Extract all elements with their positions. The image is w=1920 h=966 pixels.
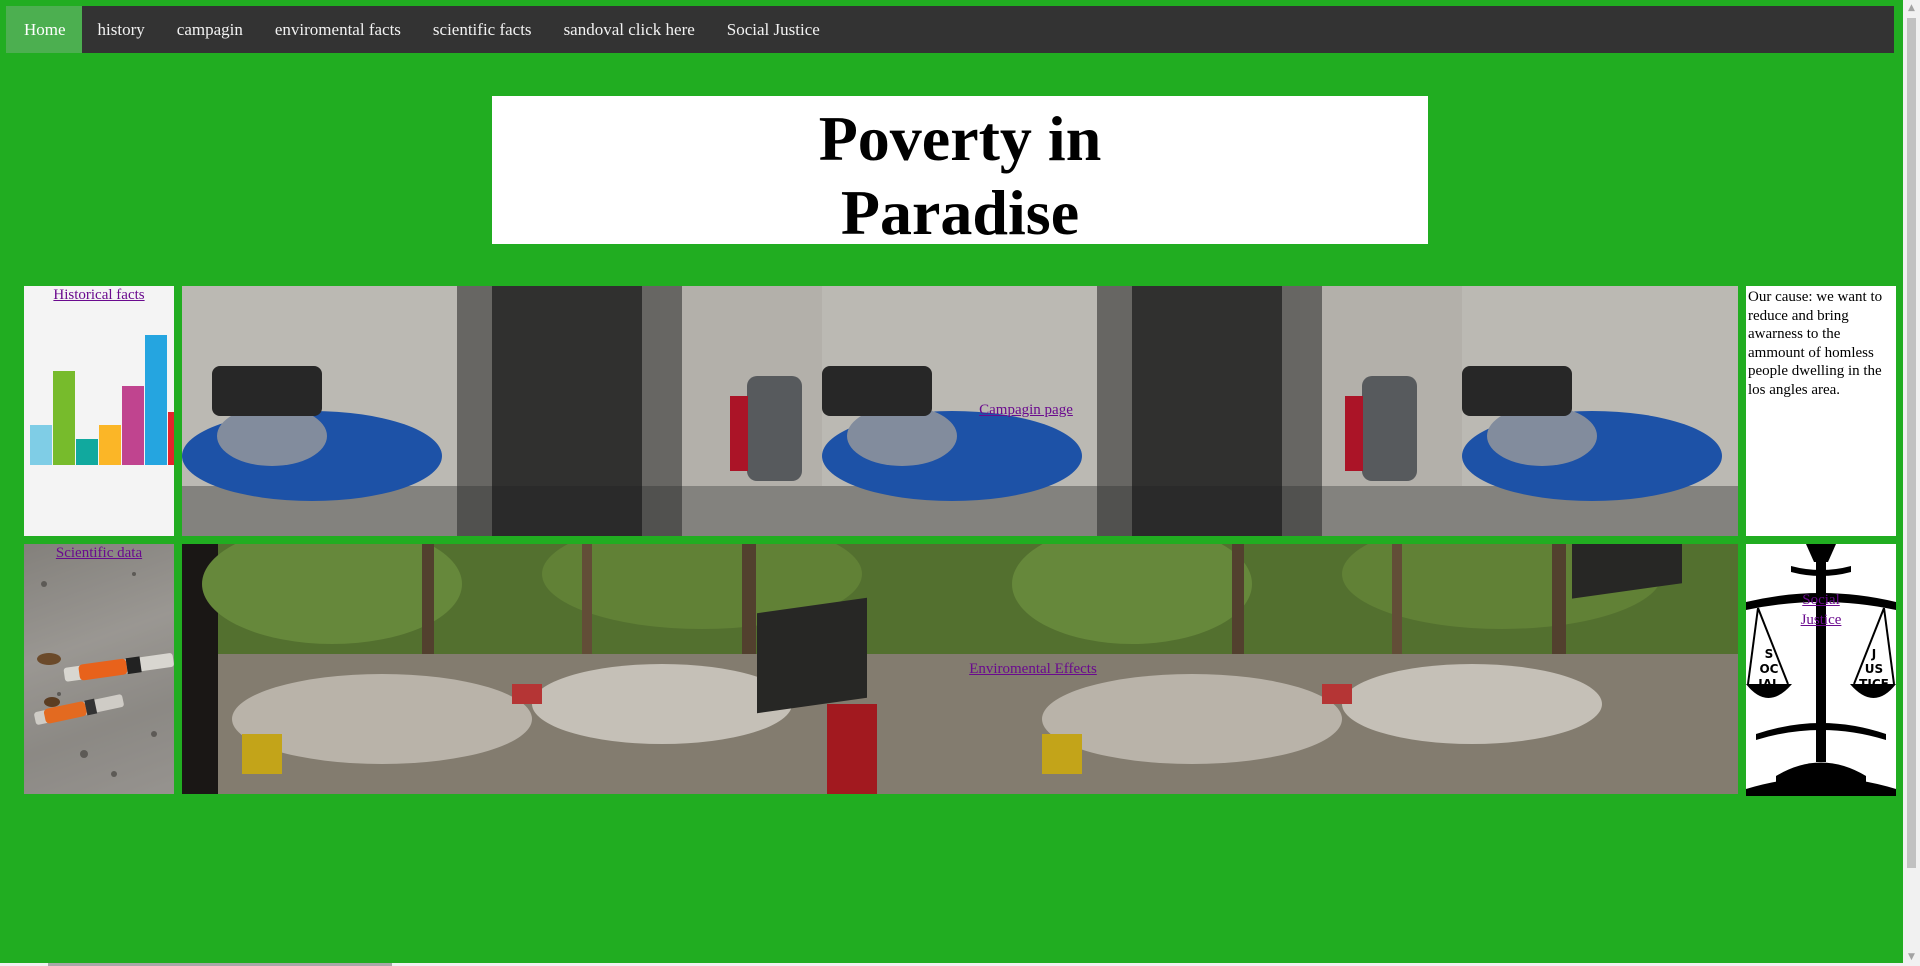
title-line-1: Poverty in [818,103,1102,174]
title-banner: Poverty in Paradise [492,96,1428,248]
nav-home[interactable]: Home [6,6,82,53]
bar-5 [122,386,144,465]
bar-7 [168,412,174,465]
nav-environmental-facts[interactable]: enviromental facts [259,6,417,53]
vertical-scrollbar[interactable]: ▲ ▼ [1903,0,1920,966]
bar-3 [76,439,98,465]
social-justice-link[interactable]: Social Justice [1786,590,1856,630]
scales-of-justice-image: S OC IAL J US TICE [1746,544,1896,796]
bar-1 [30,425,52,465]
our-cause-text: Our cause: we want to reduce and bring a… [1748,289,1883,398]
title-line-2: Paradise [840,177,1080,248]
scientific-data-tile[interactable]: Scientific data [24,544,174,794]
scale-letter-j: J [1871,647,1876,661]
bar-graphic-image [30,335,174,465]
scientific-data-link[interactable]: Scientific data [24,545,174,562]
top-navigation: Home history campagin enviromental facts… [6,6,1894,53]
environmental-effects-link[interactable]: Enviromental Effects [888,661,1178,678]
scrollbar-thumb[interactable] [1907,18,1916,868]
scale-letter-s: S [1765,647,1774,661]
scroll-down-icon[interactable]: ▼ [1903,949,1920,966]
environmental-tile[interactable]: Enviromental Effects [182,544,1738,794]
scale-letter-us: US [1865,662,1883,676]
historical-facts-tile[interactable]: Historical facts [24,286,174,536]
scale-letter-tice: TICE [1859,677,1889,691]
page-title: Poverty in Paradise [492,96,1428,250]
scale-letter-oc: OC [1759,662,1778,676]
historical-facts-link[interactable]: Historical facts [24,287,174,304]
nav-scientific-facts[interactable]: scientific facts [417,6,548,53]
campaign-tile[interactable]: Campagin page [182,286,1738,536]
bar-2 [53,371,75,465]
nav-history[interactable]: history [82,6,161,53]
scroll-up-icon[interactable]: ▲ [1903,0,1920,17]
bar-6 [145,335,167,465]
syringes-image [24,544,174,794]
nav-campaign[interactable]: campagin [161,6,259,53]
campaign-page-link[interactable]: Campagin page [906,402,1146,419]
our-cause-panel: Our cause: we want to reduce and bring a… [1746,286,1896,536]
nav-sandoval[interactable]: sandoval click here [548,6,711,53]
scale-letter-ial: IAL [1758,677,1780,691]
nav-social-justice[interactable]: Social Justice [711,6,836,53]
social-justice-tile[interactable]: S OC IAL J US TICE Social Justice [1746,544,1896,796]
bar-4 [99,425,121,465]
